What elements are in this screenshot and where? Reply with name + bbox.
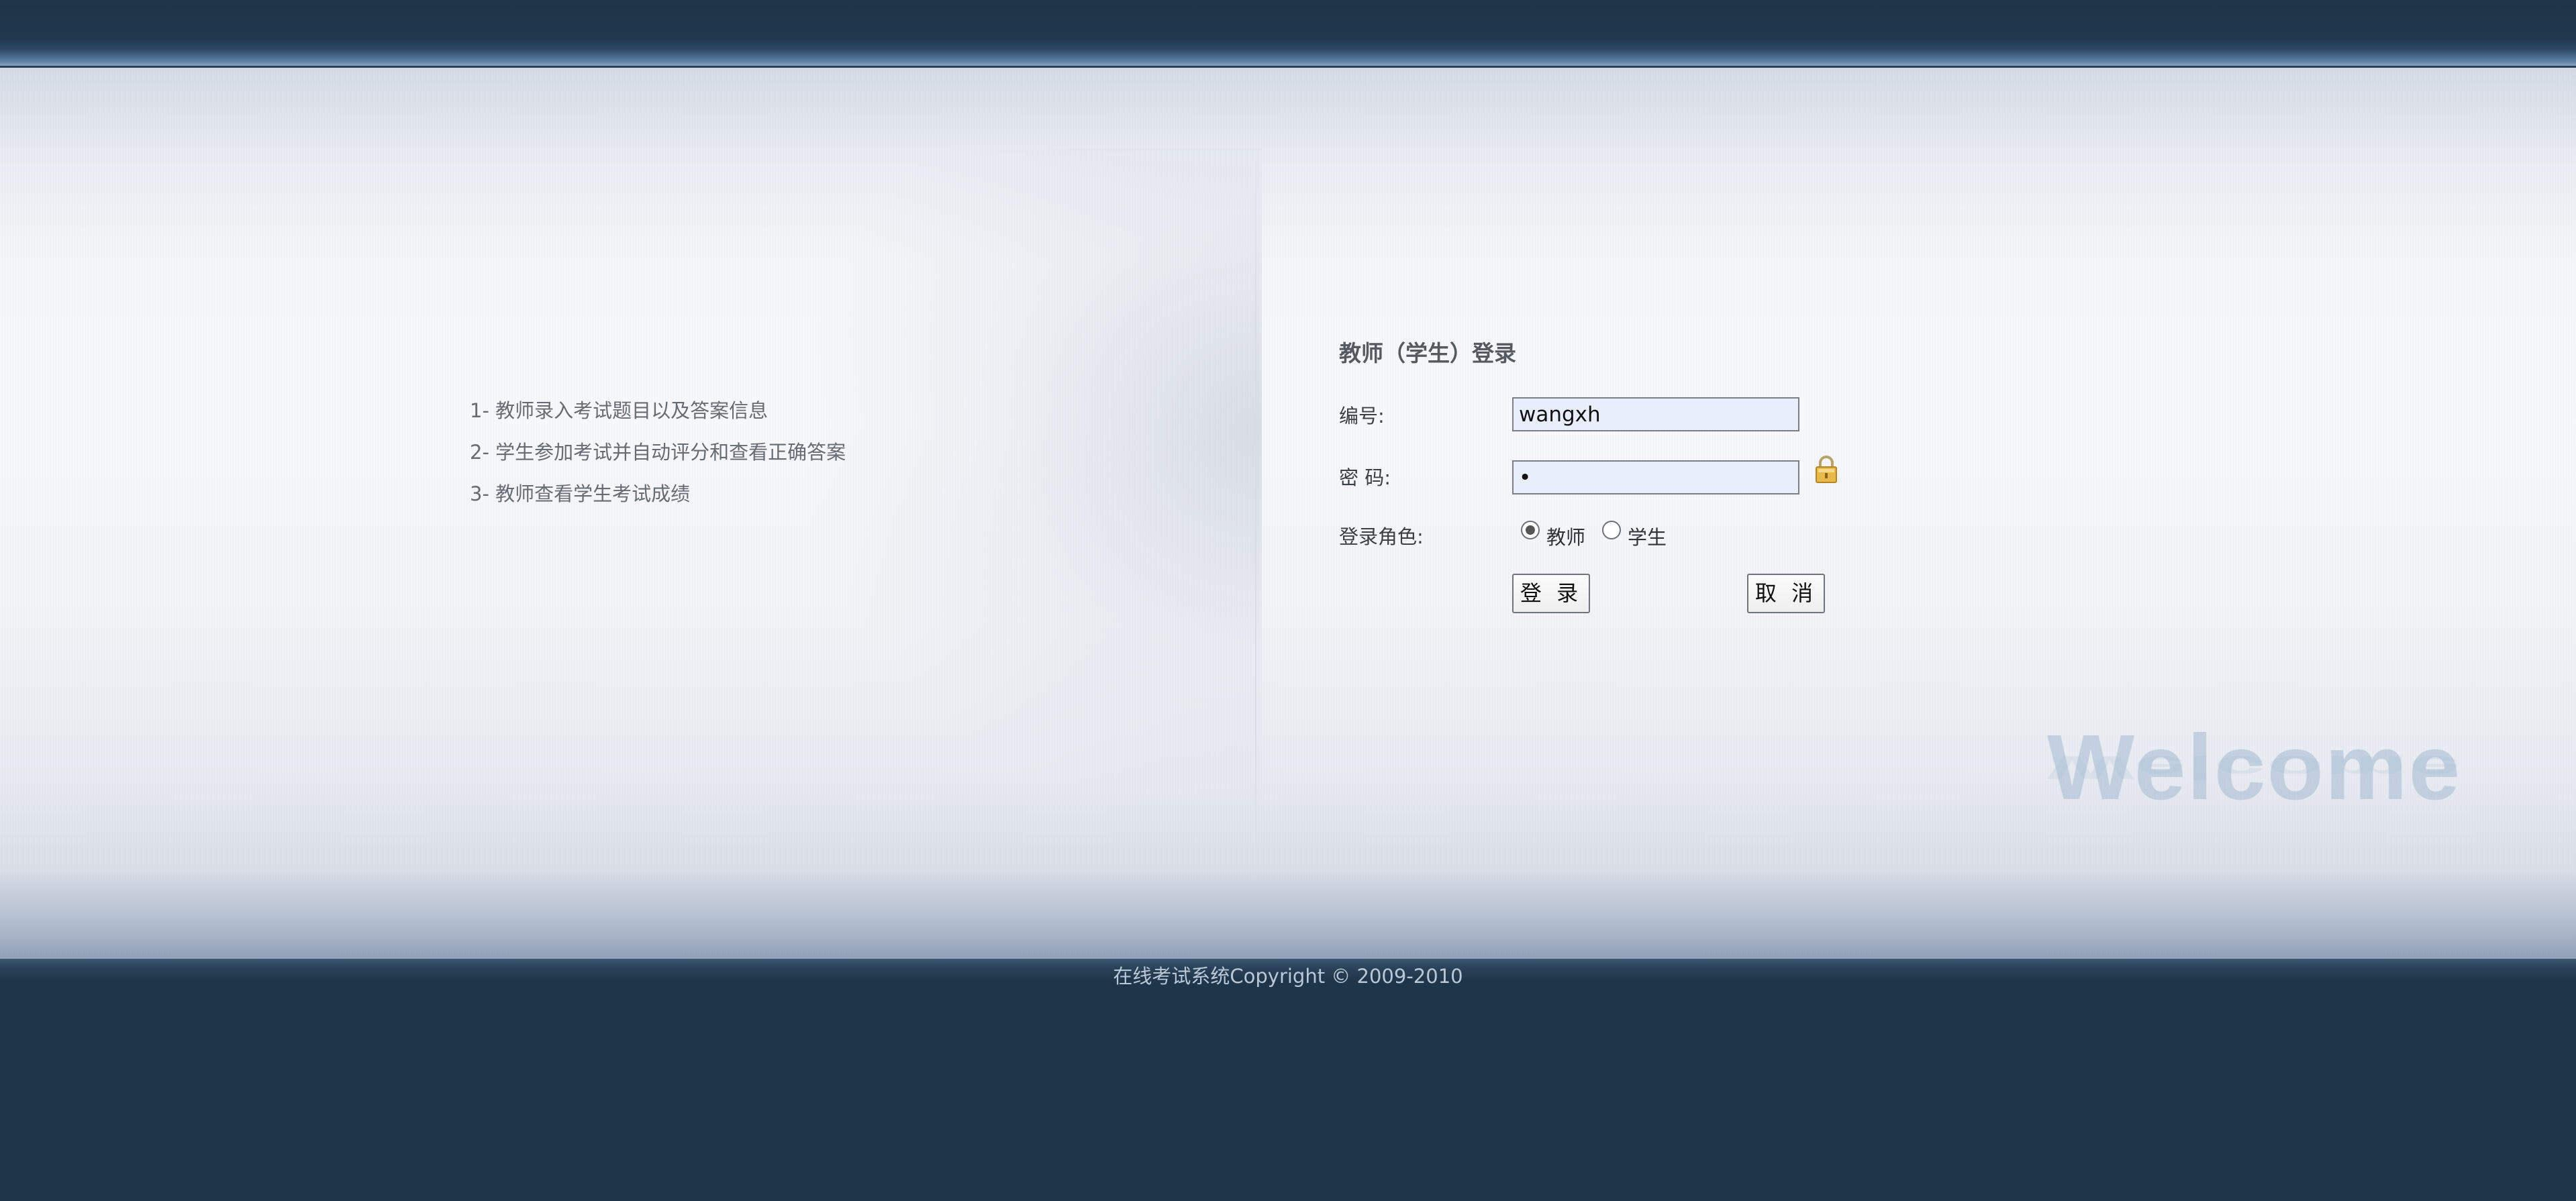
feature-list: 1- 教师录入考试题目以及答案信息 2- 学生参加考试并自动评分和查看正确答案 … [470,389,846,514]
footer-bar [0,959,2576,1201]
copyright-text: 在线考试系统Copyright © 2009-2010 [1113,965,1463,988]
header-bar [0,0,2576,68]
main-panel [0,68,2576,959]
feature-item: 3- 教师查看学生考试成绩 [470,482,691,505]
feature-item: 2- 学生参加考试并自动评分和查看正确答案 [470,441,846,464]
role-teacher-label: 教师 [1546,526,1586,549]
login-page: 1- 教师录入考试题目以及答案信息 2- 学生参加考试并自动评分和查看正确答案 … [0,0,2576,1201]
id-input[interactable] [1512,397,1799,431]
role-label: 登录角色: [1339,525,1424,548]
id-label: 编号: [1339,405,1385,427]
role-student-radio[interactable] [1602,521,1621,539]
role-teacher-radio[interactable] [1521,521,1540,539]
password-label: 密 码: [1339,466,1391,489]
panel-divider [1255,148,1256,900]
password-input[interactable] [1512,460,1799,494]
role-student-label: 学生 [1628,526,1667,549]
lock-icon [1816,456,1837,483]
decorative-shadow [805,148,1262,819]
welcome-reflection: Welcome [2047,749,2462,786]
feature-item: 1- 教师录入考试题目以及答案信息 [470,399,769,422]
login-title: 教师（学生）登录 [1339,340,1516,366]
login-button[interactable]: 登 录 [1512,574,1590,613]
cancel-button[interactable]: 取 消 [1747,574,1825,613]
